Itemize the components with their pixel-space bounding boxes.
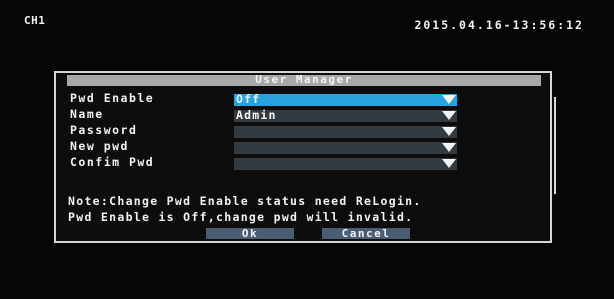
dialog-title-bar: User Manager (67, 73, 541, 86)
new-pwd-field[interactable] (234, 142, 457, 154)
new-pwd-label: New pwd (70, 139, 129, 153)
dvr-screen: CH1 2015.04.16-13:56:12 User Manager Pwd… (0, 0, 614, 299)
dropdown-arrow-icon[interactable] (442, 110, 456, 121)
datetime-label: 2015.04.16-13:56:12 (414, 18, 584, 32)
cancel-button[interactable]: Cancel (322, 228, 410, 239)
pwd-enable-label: Pwd Enable (70, 91, 155, 105)
pwd-enable-value: Off (236, 92, 261, 106)
dropdown-arrow-icon[interactable] (442, 126, 456, 137)
dialog-title: User Manager (255, 73, 353, 86)
dropdown-arrow-icon[interactable] (442, 94, 456, 105)
password-label: Password (70, 123, 138, 137)
confirm-pwd-field[interactable] (234, 158, 457, 170)
confirm-pwd-label: Confim Pwd (70, 155, 155, 169)
note-line-2: Pwd Enable is Off,change pwd will invali… (68, 210, 414, 224)
ok-button[interactable]: Ok (206, 228, 294, 239)
channel-label: CH1 (24, 14, 46, 27)
dropdown-arrow-icon[interactable] (442, 158, 456, 169)
user-manager-dialog: User Manager Pwd Enable Off Name Admin P… (54, 71, 556, 243)
name-field[interactable]: Admin (234, 108, 457, 122)
dropdown-arrow-icon[interactable] (442, 142, 456, 153)
pwd-enable-field[interactable]: Off (234, 92, 457, 106)
note-line-1: Note:Change Pwd Enable status need ReLog… (68, 194, 422, 208)
password-field[interactable] (234, 126, 457, 138)
scrollbar[interactable] (554, 97, 556, 194)
name-value: Admin (236, 108, 277, 122)
name-label: Name (70, 107, 104, 121)
